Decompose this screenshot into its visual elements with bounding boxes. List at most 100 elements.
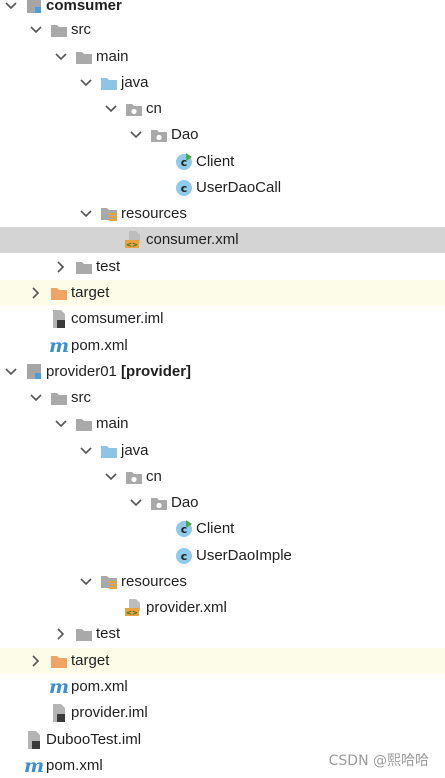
tree-row-client[interactable]: c Client xyxy=(0,516,445,542)
chevron-down-icon[interactable] xyxy=(105,464,117,490)
tree-row-label: DubooTest.iml xyxy=(46,731,142,748)
tree-row-cn[interactable]: cn xyxy=(0,96,445,122)
class-icon: c xyxy=(175,543,193,569)
tree-row-provider-iml[interactable]: provider.iml xyxy=(0,700,445,726)
tree-row-resources[interactable]: resources xyxy=(0,201,445,227)
tree-row-java[interactable]: java xyxy=(0,438,445,464)
tree-row-label: Client xyxy=(196,153,235,170)
tree-row-label: src xyxy=(71,389,91,406)
tree-row-comsumer-iml[interactable]: comsumer.iml xyxy=(0,306,445,332)
chevron-down-icon[interactable] xyxy=(80,438,92,464)
runnable-class-icon: c xyxy=(175,516,193,542)
tree-row-src[interactable]: src xyxy=(0,385,445,411)
tree-row-resources[interactable]: resources xyxy=(0,569,445,595)
chevron-down-icon[interactable] xyxy=(5,359,17,385)
source-folder-icon xyxy=(100,70,118,96)
folder-icon xyxy=(75,411,93,437)
chevron-right-icon[interactable] xyxy=(30,648,42,674)
tree-row-label: cn xyxy=(146,468,162,485)
tree-row-dao[interactable]: Dao xyxy=(0,490,445,516)
tree-row-cn[interactable]: cn xyxy=(0,464,445,490)
package-icon xyxy=(150,122,168,148)
chevron-down-icon[interactable] xyxy=(130,122,142,148)
folder-icon xyxy=(75,254,93,280)
tree-row-test[interactable]: test xyxy=(0,621,445,647)
chevron-down-icon[interactable] xyxy=(30,17,42,43)
tree-row-label: Dao xyxy=(171,126,199,143)
runnable-class-icon: c xyxy=(175,149,193,175)
chevron-down-icon[interactable] xyxy=(80,569,92,595)
tree-row-src[interactable]: src xyxy=(0,17,445,43)
tree-row-target[interactable]: target xyxy=(0,648,445,674)
tree-row-label: provider.xml xyxy=(146,599,227,616)
tree-row-pom-xml[interactable]: m pom.xml xyxy=(0,333,445,359)
resources-folder-icon xyxy=(100,569,118,595)
tree-row-pom-xml[interactable]: m pom.xml xyxy=(0,674,445,700)
class-icon: c xyxy=(175,175,193,201)
tree-row-label: java xyxy=(121,74,149,91)
tree-row-client[interactable]: c Client xyxy=(0,149,445,175)
tree-row-provider01[interactable]: provider01 [provider] xyxy=(0,359,445,385)
chevron-down-icon[interactable] xyxy=(55,411,67,437)
maven-m-glyph: m xyxy=(23,755,45,777)
tree-row-target[interactable]: target xyxy=(0,280,445,306)
tree-row-consumer-xml[interactable]: <> consumer.xml xyxy=(0,227,445,253)
tree-row-userdaoimple[interactable]: c UserDaoImple xyxy=(0,543,445,569)
source-folder-icon xyxy=(100,438,118,464)
tree-row-provider-xml[interactable]: <> provider.xml xyxy=(0,595,445,621)
folder-icon xyxy=(50,385,68,411)
svg-text:c: c xyxy=(181,182,188,195)
tree-row-dao[interactable]: Dao xyxy=(0,122,445,148)
tree-row-label: main xyxy=(96,415,129,432)
tree-row-label: pom.xml xyxy=(71,678,128,695)
folder-icon xyxy=(75,621,93,647)
tree-row-label: provider01 [provider] xyxy=(46,363,192,380)
module-icon xyxy=(25,359,43,385)
csdn-watermark: CSDN @熙哈哈 xyxy=(328,753,429,769)
tree-row-label: consumer.xml xyxy=(146,231,239,248)
iml-file-icon xyxy=(50,700,68,726)
chevron-right-icon[interactable] xyxy=(55,254,67,280)
tree-row-label: resources xyxy=(121,573,187,590)
tree-row-label: main xyxy=(96,48,129,65)
tree-row-label: provider.iml xyxy=(71,704,148,721)
package-icon xyxy=(125,464,143,490)
folder-icon xyxy=(75,44,93,70)
tree-row-label: pom.xml xyxy=(46,757,103,774)
chevron-down-icon[interactable] xyxy=(80,201,92,227)
tree-row-userdaocall[interactable]: c UserDaoCall xyxy=(0,175,445,201)
tree-row-main[interactable]: main xyxy=(0,411,445,437)
project-tree: comsumer src main java cn Dao c Client c UserDaoC… xyxy=(0,0,445,778)
maven-m-glyph: m xyxy=(48,335,70,357)
tree-row-label: UserDaoCall xyxy=(196,179,282,196)
chevron-down-icon[interactable] xyxy=(80,70,92,96)
tree-row-test[interactable]: test xyxy=(0,254,445,280)
chevron-down-icon[interactable] xyxy=(130,490,142,516)
chevron-down-icon[interactable] xyxy=(105,96,117,122)
tree-row-java[interactable]: java xyxy=(0,70,445,96)
tree-row-label: Client xyxy=(196,520,235,537)
tree-row-label: target xyxy=(71,652,110,669)
chevron-right-icon[interactable] xyxy=(30,280,42,306)
tree-row-label: Dao xyxy=(171,494,199,511)
chevron-down-icon[interactable] xyxy=(30,385,42,411)
excluded-folder-icon xyxy=(50,280,68,306)
tree-row-label: target xyxy=(71,284,110,301)
svg-text:<>: <> xyxy=(126,609,138,617)
svg-text:c: c xyxy=(181,550,188,563)
xml-file-icon: <> xyxy=(125,595,143,621)
iml-file-icon xyxy=(50,306,68,332)
tree-row-label: comsumer.iml xyxy=(71,310,164,327)
tree-row-label: java xyxy=(121,442,149,459)
iml-file-icon xyxy=(25,727,43,753)
maven-icon: m xyxy=(49,674,69,700)
tree-row-main[interactable]: main xyxy=(0,44,445,70)
folder-icon xyxy=(50,17,68,43)
chevron-down-icon[interactable] xyxy=(55,44,67,70)
svg-text:<>: <> xyxy=(126,241,138,249)
tree-row-label: UserDaoImple xyxy=(196,547,292,564)
chevron-right-icon[interactable] xyxy=(55,621,67,647)
maven-icon: m xyxy=(48,333,70,359)
package-icon xyxy=(125,96,143,122)
module-qualifier: [provider] xyxy=(121,363,192,380)
